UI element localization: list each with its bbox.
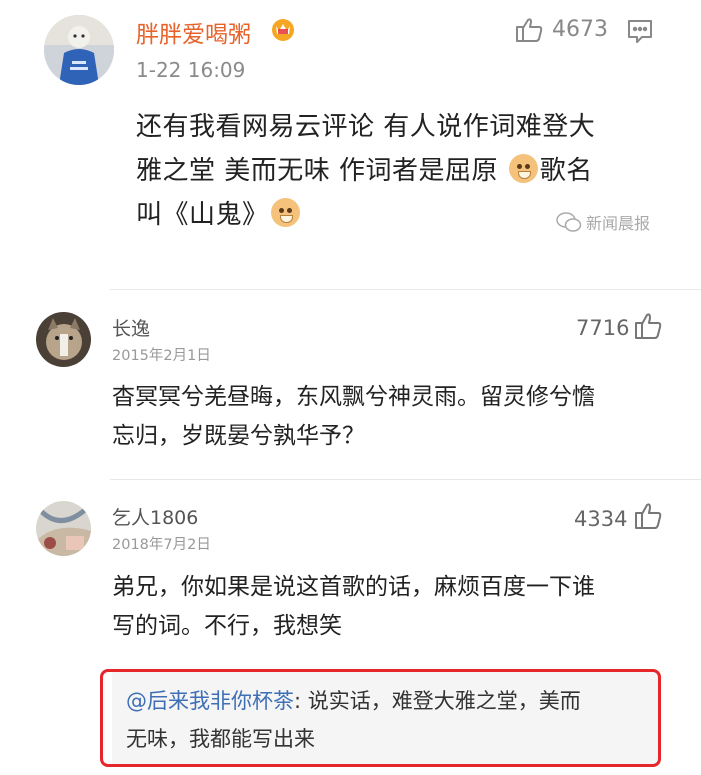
comment-text: 杳冥冥兮羌昼晦，东风飘兮神灵雨。留灵修兮憺 忘归，岁既晏兮孰华予？ — [112, 378, 682, 456]
comment-date: 2018年7月2日 — [112, 537, 211, 553]
reply-text-segment: : 说实话，难登大雅之堂，美而 — [294, 689, 581, 713]
post-timestamp: 1-22 16:09 — [136, 58, 246, 82]
like-icon[interactable] — [515, 17, 543, 43]
avatar-image — [44, 15, 114, 85]
post-username[interactable]: 胖胖爱喝粥 — [136, 15, 251, 49]
comment-avatar[interactable] — [36, 501, 91, 556]
reply-text: @后来我非你杯茶: 说实话，难登大雅之堂，美而 无味，我都能写出来 — [126, 682, 646, 758]
comment-text: 弟兄，你如果是说这首歌的话，麻烦百度一下谁 写的词。不行，我想笑 — [112, 568, 682, 646]
vip-crown-badge-icon — [270, 17, 296, 45]
reply-text-line: @后来我非你杯茶: 说实话，难登大雅之堂，美而 — [126, 682, 646, 720]
comment-text-line: 忘归，岁既晏兮孰华予？ — [112, 423, 365, 449]
post-text-segment: 叫《山鬼》 — [136, 200, 269, 230]
wechat-icon — [556, 212, 582, 232]
divider — [110, 289, 701, 290]
post-like-count: 4673 — [552, 17, 608, 42]
divider — [110, 479, 701, 480]
like-icon[interactable] — [634, 312, 662, 340]
comment-avatar[interactable] — [36, 312, 91, 367]
post-text-line: 雅之堂 美而无味 作词者是屈原 歌名 — [136, 149, 676, 193]
comment-text-line: 弟兄，你如果是说这首歌的话，麻烦百度一下谁 — [112, 574, 595, 600]
comment-icon[interactable] — [626, 18, 654, 44]
reply-text-line: 无味，我都能写出来 — [126, 727, 315, 751]
comment-text-line: 写的词。不行，我想笑 — [112, 613, 342, 639]
doge-emoji-icon — [270, 198, 300, 227]
comment-like-count: 4334 — [574, 507, 628, 531]
comment-date: 2015年2月1日 — [112, 348, 211, 364]
avatar-image — [36, 501, 91, 556]
comment-like-count: 7716 — [576, 316, 630, 340]
post-avatar[interactable] — [44, 15, 114, 85]
watermark: 新闻晨报 — [556, 210, 650, 234]
comment-username[interactable]: 长逸 — [112, 314, 150, 341]
like-icon[interactable] — [634, 502, 662, 530]
doge-emoji-icon — [508, 154, 538, 183]
post-text-segment: 雅之堂 美而无味 作词者是屈原 — [136, 156, 507, 186]
post-text-line: 还有我看网易云评论 有人说作词难登大 — [136, 112, 596, 142]
watermark-text: 新闻晨报 — [586, 214, 651, 233]
reply-mention-link[interactable]: @后来我非你杯茶 — [126, 689, 294, 713]
comment-username[interactable]: 乞人1806 — [112, 503, 198, 530]
comment-text-line: 杳冥冥兮羌昼晦，东风飘兮神灵雨。留灵修兮憺 — [112, 384, 595, 410]
post-text-segment: 歌名 — [539, 156, 593, 186]
avatar-image — [36, 312, 91, 367]
